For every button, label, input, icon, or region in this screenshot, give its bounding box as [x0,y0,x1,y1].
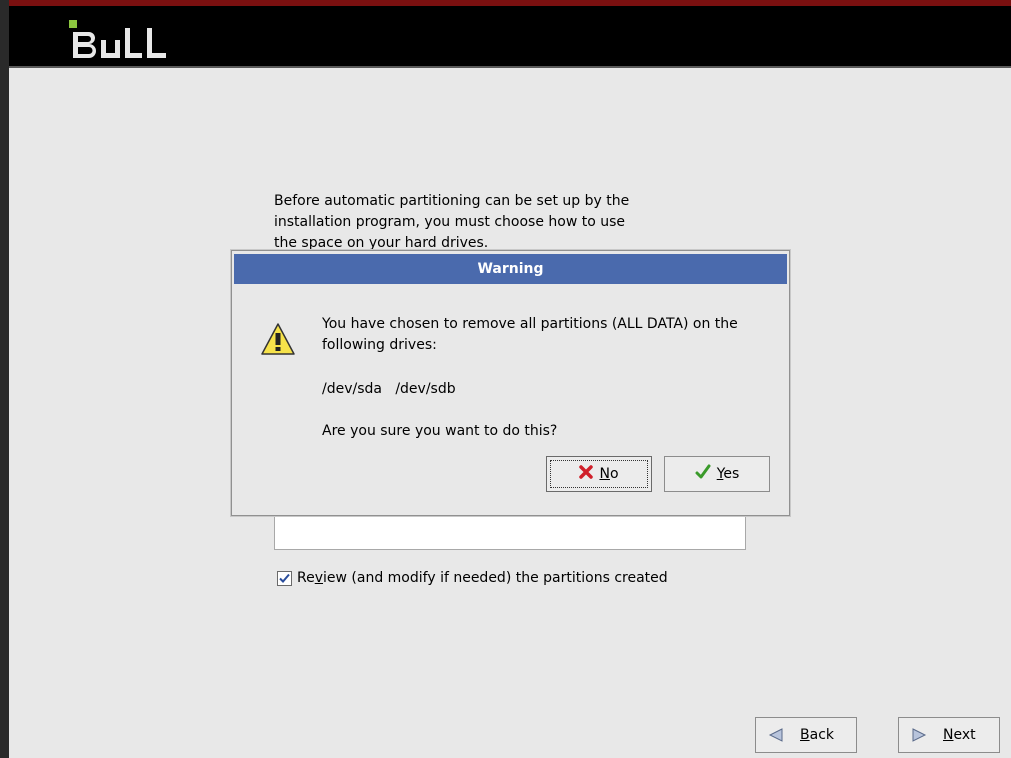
message-line: following drives: [322,337,437,353]
drive-list-box[interactable] [274,515,746,550]
bull-logo [69,20,166,58]
confirm-question: Are you sure you want to do this? [322,423,558,439]
red-x-icon [579,465,594,483]
header-banner [9,6,1011,68]
review-checkbox-row[interactable]: Review (and modify if needed) the partit… [277,568,668,588]
intro-line: Before automatic partitioning can be set… [274,193,630,209]
checkmark-icon [279,573,290,583]
review-checkbox-label[interactable]: Review (and modify if needed) the partit… [297,570,668,586]
warning-triangle-icon [260,322,296,360]
next-arrow-icon [911,727,927,743]
dialog-title: Warning [234,254,787,284]
no-button[interactable]: No [546,456,652,492]
yes-button[interactable]: Yes [664,456,770,492]
dialog-message: You have chosen to remove all partitions… [322,314,772,356]
green-check-icon [695,464,711,484]
yes-label: Yes [716,466,740,482]
window-edge [0,0,9,758]
back-label: Back [800,727,834,743]
drive-names: /dev/sda /dev/sdb [322,381,456,397]
message-line: You have chosen to remove all partitions… [322,316,738,332]
intro-text: Before automatic partitioning can be set… [274,191,674,254]
back-button[interactable]: Back [755,717,857,753]
intro-line: installation program, you must choose ho… [274,214,626,230]
warning-dialog: Warning You have chosen to remove all pa… [231,250,790,516]
next-button[interactable]: Next [898,717,1000,753]
review-checkbox[interactable] [277,570,292,586]
back-arrow-icon [768,727,784,743]
next-label: Next [943,727,976,743]
no-label: No [599,466,619,482]
